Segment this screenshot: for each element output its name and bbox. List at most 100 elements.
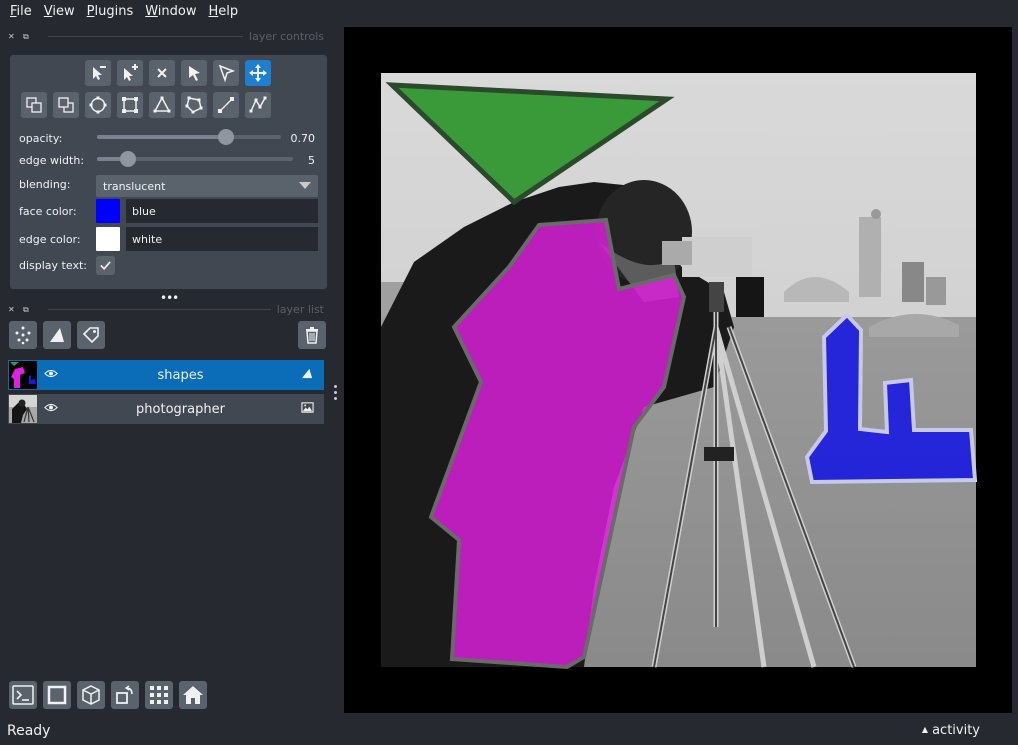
transpose-button[interactable] [111, 681, 139, 709]
grid-view-button[interactable] [145, 681, 173, 709]
move-to-front-icon [26, 97, 42, 113]
edge-color-label: edge color: [19, 233, 81, 246]
shapes-layer-icon [301, 367, 315, 383]
blending-selected-value: translucent [103, 179, 166, 193]
display-text-label: display text: [19, 259, 87, 272]
layer-controls-titlebar: ✕ ⧉ layer controls [8, 29, 324, 43]
hollow-arrow-icon [218, 64, 236, 83]
menu-view[interactable]: View [38, 4, 81, 19]
move-arrows-icon [249, 64, 267, 82]
ellipse-icon [89, 96, 107, 114]
opacity-slider-fill [97, 135, 226, 139]
menu-plugins[interactable]: Plugins [81, 4, 140, 19]
status-message: Ready [7, 723, 51, 739]
visibility-eye-icon[interactable] [44, 402, 60, 416]
layer-options-icon[interactable] [334, 385, 338, 403]
status-bar: Ready ▲ activity [0, 717, 1018, 745]
checkmark-icon [100, 261, 111, 270]
pan-zoom-button[interactable] [245, 60, 271, 86]
add-vertex-icon [124, 64, 138, 81]
close-dock-icon[interactable]: ✕ [8, 305, 17, 314]
move-back-button[interactable] [53, 92, 79, 118]
layer-list-title: layer list [276, 302, 324, 316]
edge-color-input[interactable]: white [126, 227, 318, 251]
edge-color-text: white [132, 232, 163, 246]
layer-row-shapes[interactable]: shapes [8, 360, 324, 390]
visibility-eye-icon[interactable] [44, 368, 60, 382]
add-line-button[interactable] [213, 92, 239, 118]
line-icon [218, 97, 234, 113]
layer-name-photographer[interactable]: photographer [60, 402, 301, 417]
face-color-input[interactable]: blue [126, 199, 318, 223]
remove-vertex-icon [93, 66, 106, 80]
display-text-checkbox[interactable] [96, 256, 115, 275]
new-points-layer-button[interactable] [9, 321, 37, 349]
select-shape-button[interactable] [181, 60, 207, 86]
add-ellipse-button[interactable] [85, 92, 111, 118]
activity-toggle[interactable]: ▲ activity [922, 723, 980, 738]
cube-3d-icon [82, 685, 100, 705]
left-dock: ✕ ⧉ layer controls opacity: 0.70 edge wi… [0, 23, 337, 713]
title-divider [48, 308, 271, 310]
rectangle-icon [122, 97, 138, 113]
opacity-slider[interactable] [97, 129, 281, 145]
menu-window[interactable]: Window [139, 4, 202, 19]
float-dock-icon[interactable]: ⧉ [23, 32, 32, 41]
new-shapes-layer-button[interactable] [43, 321, 71, 349]
opacity-label: opacity: [19, 132, 63, 145]
home-button[interactable] [179, 681, 207, 709]
layer-name-shapes[interactable]: shapes [60, 368, 301, 383]
edge-width-slider-handle[interactable] [120, 151, 137, 167]
polygon-icon [185, 96, 203, 114]
edge-color-swatch[interactable] [96, 227, 120, 251]
float-dock-icon[interactable]: ⧉ [23, 305, 32, 314]
edge-width-value: 5 [308, 154, 315, 167]
opacity-slider-handle[interactable] [217, 129, 234, 145]
photographer-thumbnail [9, 395, 37, 423]
dropdown-arrow-icon [299, 182, 311, 189]
shapes-thumbnail [9, 361, 37, 389]
add-path-button[interactable] [245, 92, 271, 118]
add-rectangle-button[interactable] [117, 92, 143, 118]
layer-controls-panel: opacity: 0.70 edge width: 5 blending: tr… [10, 55, 327, 289]
edge-width-slider[interactable] [97, 151, 293, 167]
add-polygon-button[interactable] [181, 92, 207, 118]
title-divider [48, 35, 244, 37]
menu-help[interactable]: Help [203, 4, 245, 19]
new-labels-layer-button[interactable] [77, 321, 105, 349]
menu-bar: File View Plugins Window Help [0, 0, 1018, 23]
canvas-scene [381, 73, 978, 670]
grid-icon [150, 686, 168, 704]
caret-up-icon: ▲ [921, 725, 929, 734]
home-icon [183, 686, 203, 704]
remove-vertex-button[interactable] [85, 60, 111, 86]
delete-shape-button[interactable] [149, 60, 175, 86]
menu-file[interactable]: File [4, 4, 38, 19]
image-layer-icon [301, 401, 315, 417]
layer-row-photographer[interactable]: photographer [8, 394, 324, 424]
add-triangle-button[interactable] [149, 92, 175, 118]
path-icon [249, 96, 267, 113]
square-2d-icon [47, 685, 67, 705]
edge-width-label: edge width: [19, 154, 85, 167]
add-vertex-button[interactable] [117, 60, 143, 86]
face-color-swatch[interactable] [96, 199, 120, 223]
label-tag-icon [82, 327, 99, 344]
move-front-button[interactable] [21, 92, 47, 118]
blending-dropdown[interactable]: translucent [96, 175, 318, 197]
move-to-back-icon [58, 97, 74, 113]
layer-controls-title: layer controls [249, 29, 324, 43]
roll-dims-button[interactable] [77, 681, 105, 709]
points-icon [15, 326, 31, 345]
console-button[interactable] [9, 681, 37, 709]
toggle-ndisplay-button[interactable] [43, 681, 71, 709]
arrow-select-icon [189, 66, 200, 81]
close-dock-icon[interactable]: ✕ [8, 32, 17, 41]
activity-label: activity [932, 723, 980, 738]
blending-label: blending: [19, 178, 71, 191]
viewer-canvas[interactable] [344, 27, 1012, 713]
transpose-icon [116, 685, 133, 704]
direct-select-button[interactable] [213, 60, 239, 86]
delete-layer-button[interactable] [298, 321, 326, 349]
face-color-text: blue [132, 204, 156, 218]
